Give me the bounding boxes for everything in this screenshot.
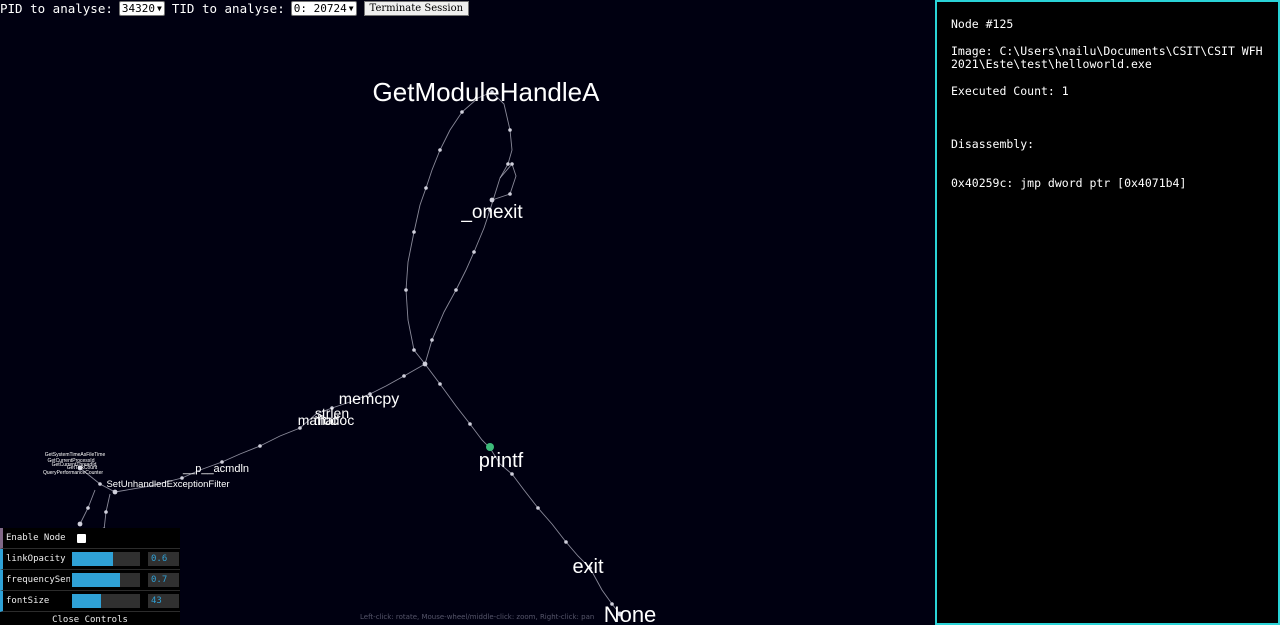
graph-node[interactable]	[404, 288, 408, 292]
graph-node[interactable]	[508, 192, 512, 196]
node-label-none: None	[604, 602, 657, 625]
font-size-fill	[72, 594, 102, 608]
navigation-hint: Left-click: rotate, Mouse-wheel/middle-c…	[360, 613, 595, 621]
graph-node[interactable]	[438, 382, 442, 386]
link-opacity-fill	[72, 552, 113, 566]
graph-node[interactable]	[86, 506, 90, 510]
controls-panel: Enable Node linkOpacity 0.6 frequencySen…	[0, 528, 180, 625]
frequency-row: frequencySensi 0.7	[0, 570, 180, 591]
disassembly-line: 0x40259c: jmp dword ptr [0x4071b4]	[951, 176, 1187, 190]
pid-select-value: 34320	[121, 2, 156, 15]
cluster-label-5: QueryPerformanceCounter	[43, 470, 103, 476]
font-size-slider[interactable]	[72, 594, 140, 608]
frequency-label: frequencySensi	[6, 575, 70, 585]
font-size-label: fontSize	[6, 596, 50, 606]
node-id: Node #125	[951, 17, 1014, 31]
frequency-fill	[72, 573, 120, 587]
graph-node[interactable]	[412, 348, 416, 352]
graph-node[interactable]	[402, 374, 406, 378]
toolbar: PID to analyse: 34320 ▼ TID to analyse: 0…	[0, 0, 470, 17]
node-label-onexit: _onexit	[460, 202, 523, 223]
node-label-seh-filter: SetUnhandledExceptionFilter	[106, 479, 229, 490]
close-controls-button[interactable]: Close Controls	[0, 612, 180, 625]
enable-node-label: Enable Node	[6, 533, 66, 543]
graph-node[interactable]	[510, 472, 514, 476]
tid-label: TID to analyse:	[171, 1, 285, 16]
link-opacity-label: linkOpacity	[6, 554, 66, 564]
link-opacity-slider[interactable]	[72, 552, 140, 566]
graph-node[interactable]	[454, 288, 458, 292]
graph-node[interactable]	[98, 482, 102, 486]
frequency-slider[interactable]	[72, 573, 140, 587]
graph-node[interactable]	[508, 128, 512, 132]
graph-node[interactable]	[564, 540, 568, 544]
node-disassembly: Disassembly: 0x40259c: jmp dword ptr [0x…	[951, 112, 1264, 216]
node-label-getmodulehandlea: GetModuleHandleA	[373, 77, 601, 107]
node-info-panel: Node #125 Image: C:\Users\nailu\Document…	[935, 0, 1280, 625]
graph-node[interactable]	[472, 250, 476, 254]
tid-select-value: 0: 20724	[293, 2, 347, 15]
graph-node[interactable]	[460, 110, 464, 114]
link-opacity-row: linkOpacity 0.6	[0, 549, 180, 570]
graph-link-4	[114, 363, 426, 493]
graph-node[interactable]	[510, 162, 514, 166]
enable-node-checkbox[interactable]	[77, 533, 86, 543]
graph-canvas[interactable]: GetModuleHandleA _onexit memcpy strlen m…	[0, 0, 935, 625]
graph-node[interactable]	[258, 444, 262, 448]
node-label-malloc-2: malloc	[314, 412, 354, 428]
chevron-down-icon: ▼	[157, 4, 162, 13]
graph-node[interactable]	[430, 338, 434, 342]
graph-link-2	[491, 163, 517, 201]
font-size-row: fontSize 43	[0, 591, 180, 612]
disassembly-label: Disassembly:	[951, 137, 1035, 151]
graph-node[interactable]	[468, 422, 472, 426]
pid-select[interactable]: 34320 ▼	[118, 1, 165, 16]
pid-label: PID to analyse:	[0, 1, 113, 16]
chevron-down-icon: ▼	[348, 4, 354, 13]
graph-node[interactable]	[412, 230, 416, 234]
terminate-session-button[interactable]: Terminate Session	[363, 1, 470, 16]
node-image-path: Image: C:\Users\nailu\Documents\CSIT\CSI…	[951, 44, 1270, 71]
graph-link-1	[405, 91, 513, 365]
frequency-input[interactable]: 0.7	[148, 573, 179, 587]
enable-node-row: Enable Node	[0, 528, 180, 549]
graph-node[interactable]	[104, 510, 108, 514]
tid-select[interactable]: 0: 20724 ▼	[290, 1, 357, 16]
graph-node[interactable]	[77, 521, 83, 527]
graph-node[interactable]	[536, 506, 540, 510]
graph-node[interactable]	[112, 489, 118, 495]
graph-node[interactable]	[422, 361, 428, 367]
node-executed-count: Executed Count: 1	[951, 84, 1069, 98]
graph-node[interactable]	[424, 186, 428, 190]
node-label-exit: exit	[572, 556, 604, 578]
font-size-input[interactable]: 43	[148, 594, 179, 608]
link-opacity-input[interactable]: 0.6	[148, 552, 179, 566]
graph-node[interactable]	[506, 162, 510, 166]
node-label-printf: printf	[479, 450, 524, 472]
node-label-p-acmdln: __p__acmdln	[182, 463, 249, 475]
graph-node[interactable]	[438, 148, 442, 152]
